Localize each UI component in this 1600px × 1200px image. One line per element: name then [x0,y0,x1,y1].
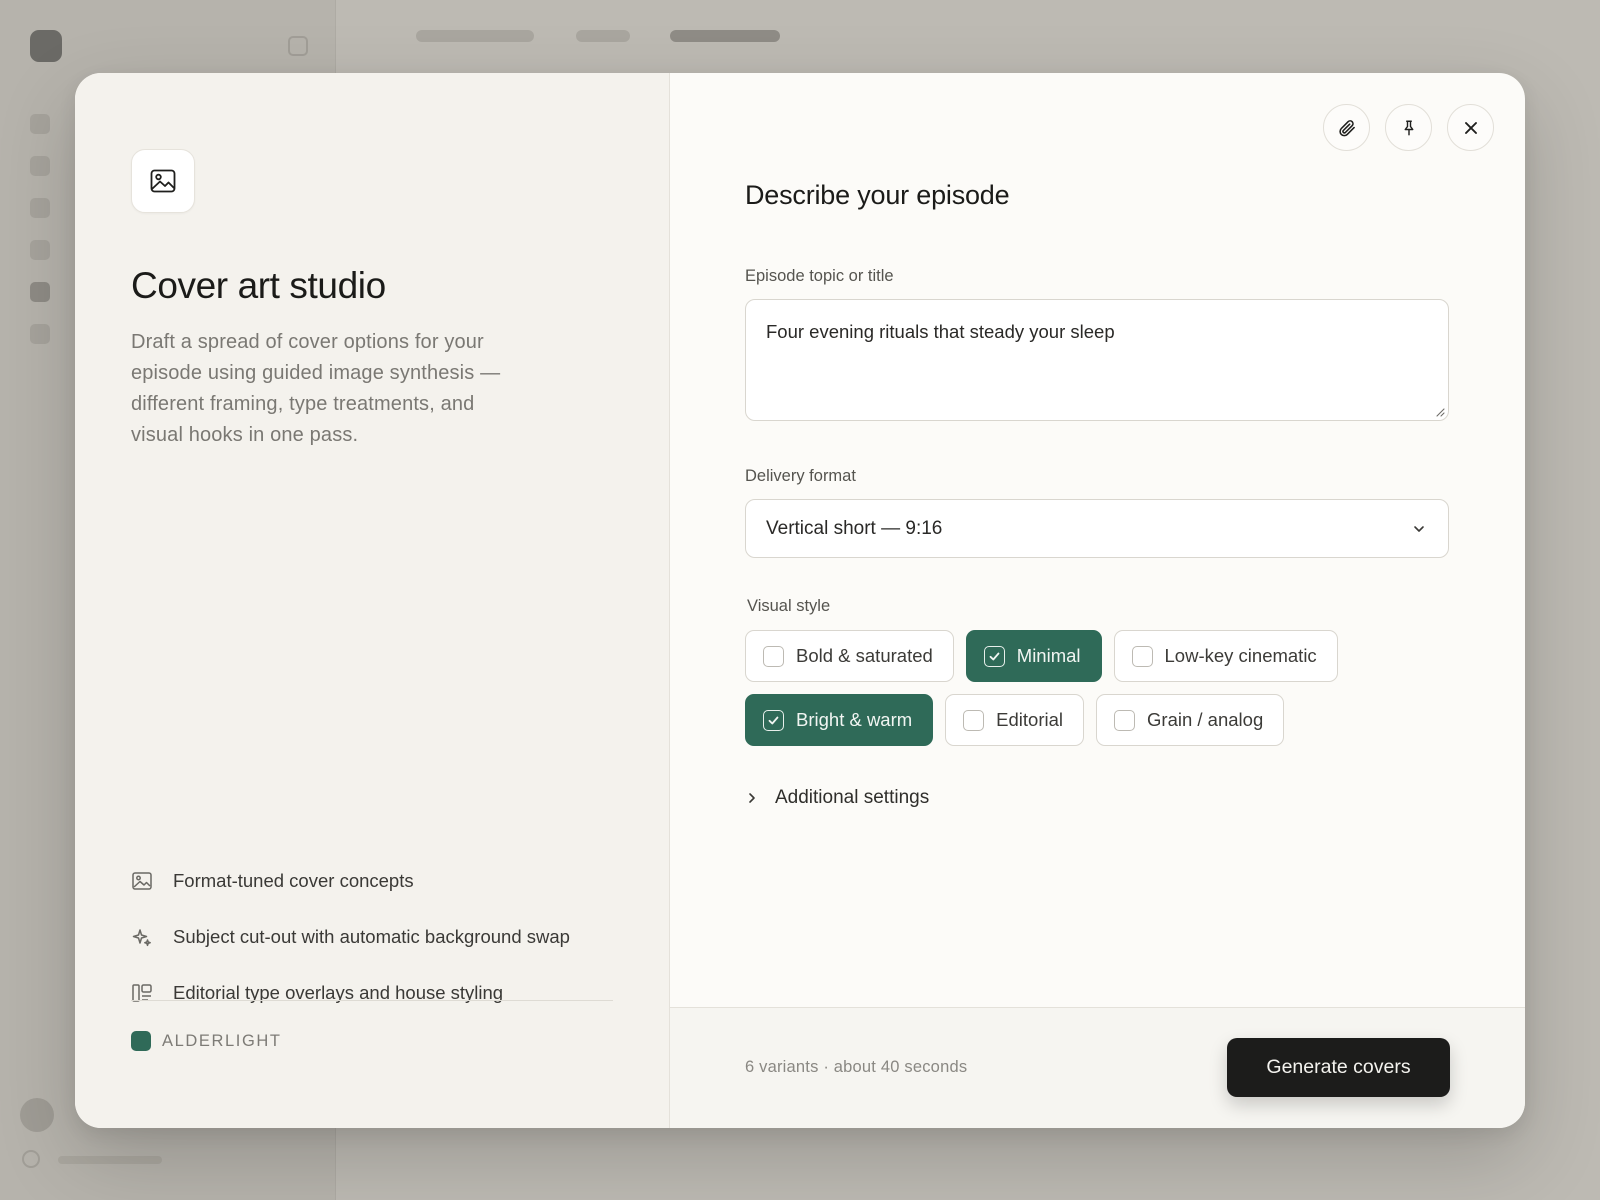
check-icon [989,652,1000,660]
brand: ALDERLIGHT [131,1031,282,1051]
image-icon [131,870,153,892]
background-collapse-icon [288,36,308,56]
background-footer-text [58,1156,162,1164]
style-chip-bright-warm[interactable]: Bright & warm [745,694,934,746]
background-nav-icon [30,198,50,218]
additional-settings-toggle[interactable]: Additional settings [745,787,929,809]
modal-title: Cover art studio [131,265,386,306]
background-tab [576,30,630,42]
sparkle-icon [131,926,153,948]
background-nav-icon [30,114,50,134]
style-chip-grain-analog[interactable]: Grain / analog [1096,694,1285,746]
format-select[interactable]: Vertical short — 9:16 [745,499,1449,558]
form-heading: Describe your episode [745,180,1010,210]
intro-panel: Cover art studio Draft a spread of cover… [75,73,670,1128]
background-tab [416,30,534,42]
modal-subtitle: Draft a spread of cover options for your… [131,331,501,446]
checkbox-checked [763,709,784,731]
pin-icon [1404,120,1413,135]
style-label: Visual style [747,597,831,615]
brand-name: ALDERLIGHT [162,1031,282,1050]
checkbox-checked [983,645,1005,667]
check-icon [768,716,779,724]
format-selected-value: Vertical short — 9:16 [766,517,943,539]
chevron-right-icon [745,790,761,806]
checkbox [763,645,784,667]
attach-button[interactable] [1323,104,1370,151]
image-icon [131,149,195,213]
feature-list: Format-tuned cover concepts Subject cut-… [131,869,570,1037]
close-icon [1464,121,1477,134]
checkbox [1114,709,1136,731]
chip-label: Low-key cinematic [1164,645,1317,666]
checkbox [963,709,985,731]
style-chip-editorial[interactable]: Editorial [945,694,1085,746]
cover-art-modal: Cover art studio Draft a spread of cover… [75,73,1525,1128]
chip-label: Grain / analog [1147,709,1264,730]
modal-actions [1323,104,1494,151]
generate-covers-button[interactable]: Generate covers [1227,1038,1450,1097]
feature-label: Subject cut-out with automatic backgroun… [173,926,570,947]
paperclip-icon [1338,119,1355,136]
feature-item: Editorial type overlays and house stylin… [131,981,570,1005]
chip-label: Bright & warm [796,709,913,730]
chip-label: Editorial [996,709,1064,730]
background-nav-icon [30,324,50,344]
generation-estimate: 6 variants · about 40 seconds [745,1058,968,1076]
background-gear-icon [22,1150,40,1168]
divider [131,1000,613,1001]
style-chip-bold-saturated[interactable]: Bold & saturated [745,630,954,682]
background-tab [670,30,780,42]
style-options: Bold & saturated Minimal Low-key cinemat… [745,630,1465,758]
background-nav-icon [30,156,50,176]
feature-label: Format-tuned cover concepts [173,870,414,891]
brand-logo [131,1031,151,1051]
background-nav-icon [30,240,50,260]
modal-footer: 6 variants · about 40 seconds Generate c… [670,1007,1525,1128]
chevron-down-icon [1412,521,1428,537]
style-chip-minimal[interactable]: Minimal [965,630,1102,682]
feature-item: Format-tuned cover concepts [131,869,570,893]
style-chip-low-key-cinematic[interactable]: Low-key cinematic [1113,630,1338,682]
topic-input[interactable]: Four evening rituals that steady your sl… [745,299,1449,421]
pin-button[interactable] [1385,104,1432,151]
background-nav-icon [30,282,50,302]
topic-label: Episode topic or title [745,267,894,285]
background-logo [30,30,62,62]
feature-item: Subject cut-out with automatic backgroun… [131,925,570,949]
format-label: Delivery format [745,467,856,485]
close-button[interactable] [1447,104,1494,151]
form-panel: Describe your episode Episode topic or t… [670,73,1525,1128]
chip-label: Bold & saturated [796,645,933,666]
additional-settings-label: Additional settings [775,787,930,808]
background-avatar [20,1098,54,1132]
checkbox [1131,645,1153,667]
chip-label: Minimal [1016,645,1081,666]
